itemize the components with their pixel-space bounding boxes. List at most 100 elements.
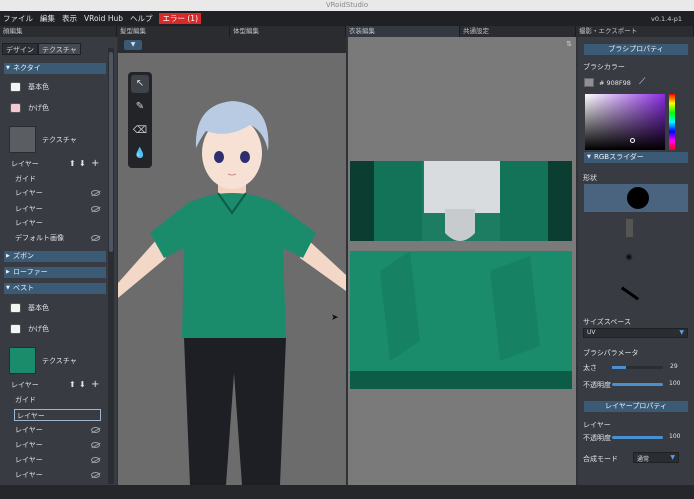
layer-item[interactable]: デフォルト画像 [15,232,112,244]
layer-header: レイヤー ⬆ ⬇ + [11,158,108,170]
hidden-eye-icon[interactable] [91,427,100,433]
move-down-icon[interactable]: ⬇ [79,379,86,391]
shape-label: 形状 [583,174,597,182]
opacity-slider[interactable] [612,383,663,386]
blend-mode-dropdown[interactable]: 通常 ▼ [633,452,679,463]
menu-vroidhub[interactable]: VRoid Hub [84,14,123,23]
hidden-eye-icon[interactable] [91,235,100,241]
error-badge[interactable]: エラー (1) [159,13,201,24]
section-title: ローファー [13,268,48,276]
subtab-texture[interactable]: テクスチャ [38,43,81,55]
layer-name: レイヤー [15,426,43,434]
layer-item[interactable]: レイヤー [15,217,112,229]
section-title: ネクタイ [13,64,41,72]
layer-name: レイヤー [15,441,43,449]
tab-export[interactable]: 撮影・エクスポート [576,26,694,37]
layer-opacity-value: 100 [669,433,681,440]
brush-color-label: ブラシカラー [583,63,625,71]
3d-viewport[interactable]: ▼ ↖ ✎ ⌫ 💧 ➤ [118,37,346,485]
tab-face[interactable]: 顔編集 [0,26,117,37]
hidden-eye-icon[interactable] [91,457,100,463]
menu-bar: ファイル 編集 表示 VRoid Hub ヘルプ エラー (1) v0.1.4-… [0,11,694,26]
size-space-label: サイズスペース [583,318,631,326]
expand-icon: ▼ [587,154,591,160]
rgb-slider-toggle[interactable]: ▼ RGBスライダー [584,152,688,163]
menu-view[interactable]: 表示 [62,13,77,24]
hue-slider[interactable] [669,94,675,150]
add-layer-icon[interactable]: + [91,158,99,170]
eyedropper-icon[interactable]: ⟋ [639,77,645,87]
move-up-icon[interactable]: ⬆ [69,379,76,391]
layer-opacity-slider[interactable] [612,436,663,439]
layer-properties-title: レイヤープロパティ [584,401,688,412]
hex-value[interactable]: # 908F98 [599,79,631,87]
section-vest[interactable]: ▼ ベスト [4,283,106,294]
layer-item[interactable]: レイヤー [15,187,112,199]
collapse-icon: ▼ [6,285,10,291]
section-necktie[interactable]: ▼ ネクタイ [4,63,106,74]
texture-editor[interactable]: ⇅ [348,37,576,485]
expand-icon: ▶ [6,253,10,259]
left-scrollbar[interactable] [108,48,114,484]
hidden-eye-icon[interactable] [91,472,100,478]
section-loafer[interactable]: ▶ ローファー [4,267,106,278]
hidden-eye-icon[interactable] [91,206,100,212]
size-space-value: UV [587,329,596,336]
texture-thumbnail[interactable] [9,126,36,153]
mouse-cursor-icon: ➤ [331,313,339,323]
shadow-color-swatch[interactable] [10,324,21,334]
texture-thumbnail[interactable] [9,347,36,374]
layer-item[interactable]: レイヤー [15,424,112,436]
menu-help[interactable]: ヘルプ [130,13,153,24]
hidden-eye-icon[interactable] [91,442,100,448]
round-brush-icon [627,187,649,209]
layer-name: レイヤー [15,205,43,213]
layer-name: デフォルト画像 [15,234,64,242]
version-label: v0.1.4-p1 [651,14,682,23]
layer-header: レイヤー ⬆ ⬇ + [11,379,108,391]
left-panel: デザイン テクスチャ ▼ ネクタイ 基本色 かげ色 テクスチャ レイヤー ⬆ ⬇… [0,37,117,485]
layer-label: レイヤー [583,421,611,429]
brush-color-swatch[interactable] [584,78,594,87]
menu-edit[interactable]: 編集 [40,13,55,24]
layer-item[interactable]: レイヤー [15,469,112,481]
scroll-thumb[interactable] [109,52,113,252]
tab-common[interactable]: 共通設定 [460,26,576,37]
layer-item[interactable]: レイヤー [15,439,112,451]
size-space-dropdown[interactable]: UV ▼ [583,328,688,338]
rgb-slider-label: RGBスライダー [594,153,644,161]
section-title: ズボン [13,252,34,260]
section-pants[interactable]: ▶ ズボン [4,251,106,262]
square-brush-icon[interactable] [626,219,633,237]
move-down-icon[interactable]: ⬇ [79,158,86,170]
shadow-color-swatch[interactable] [10,103,21,113]
sort-icon[interactable]: ⇅ [566,40,572,48]
view-dropdown-icon[interactable]: ▼ [124,40,142,50]
layer-item[interactable]: レイヤー [15,454,112,466]
add-layer-icon[interactable]: + [91,379,99,391]
tab-hair[interactable]: 髪型編集 [117,26,230,37]
thickness-slider-track[interactable] [612,366,663,369]
flat-brush-icon[interactable] [620,286,640,301]
layer-opacity-label: 不透明度 [583,434,611,442]
layer-item[interactable]: ガイド [15,173,112,185]
color-picker-area[interactable] [585,94,665,150]
subtab-design[interactable]: デザイン [2,43,38,55]
color-picker-handle[interactable] [630,138,635,143]
menu-file[interactable]: ファイル [3,13,33,24]
layer-item[interactable]: レイヤー [15,203,112,215]
tab-body[interactable]: 体型編集 [230,26,346,37]
base-color-swatch[interactable] [10,82,21,92]
chevron-down-icon: ▼ [679,329,684,336]
layer-item-selected[interactable]: レイヤー [14,409,101,421]
thickness-slider-fill [612,366,626,369]
layer-item[interactable]: ガイド [15,394,112,406]
soft-brush-icon[interactable] [625,253,633,261]
base-color-swatch[interactable] [10,303,21,313]
tab-outfit[interactable]: 衣装編集 [346,26,460,37]
layer-name: レイヤー [15,456,43,464]
brush-shape-selected[interactable] [584,184,688,212]
hidden-eye-icon[interactable] [91,190,100,196]
chevron-down-icon: ▼ [670,454,675,461]
move-up-icon[interactable]: ⬆ [69,158,76,170]
